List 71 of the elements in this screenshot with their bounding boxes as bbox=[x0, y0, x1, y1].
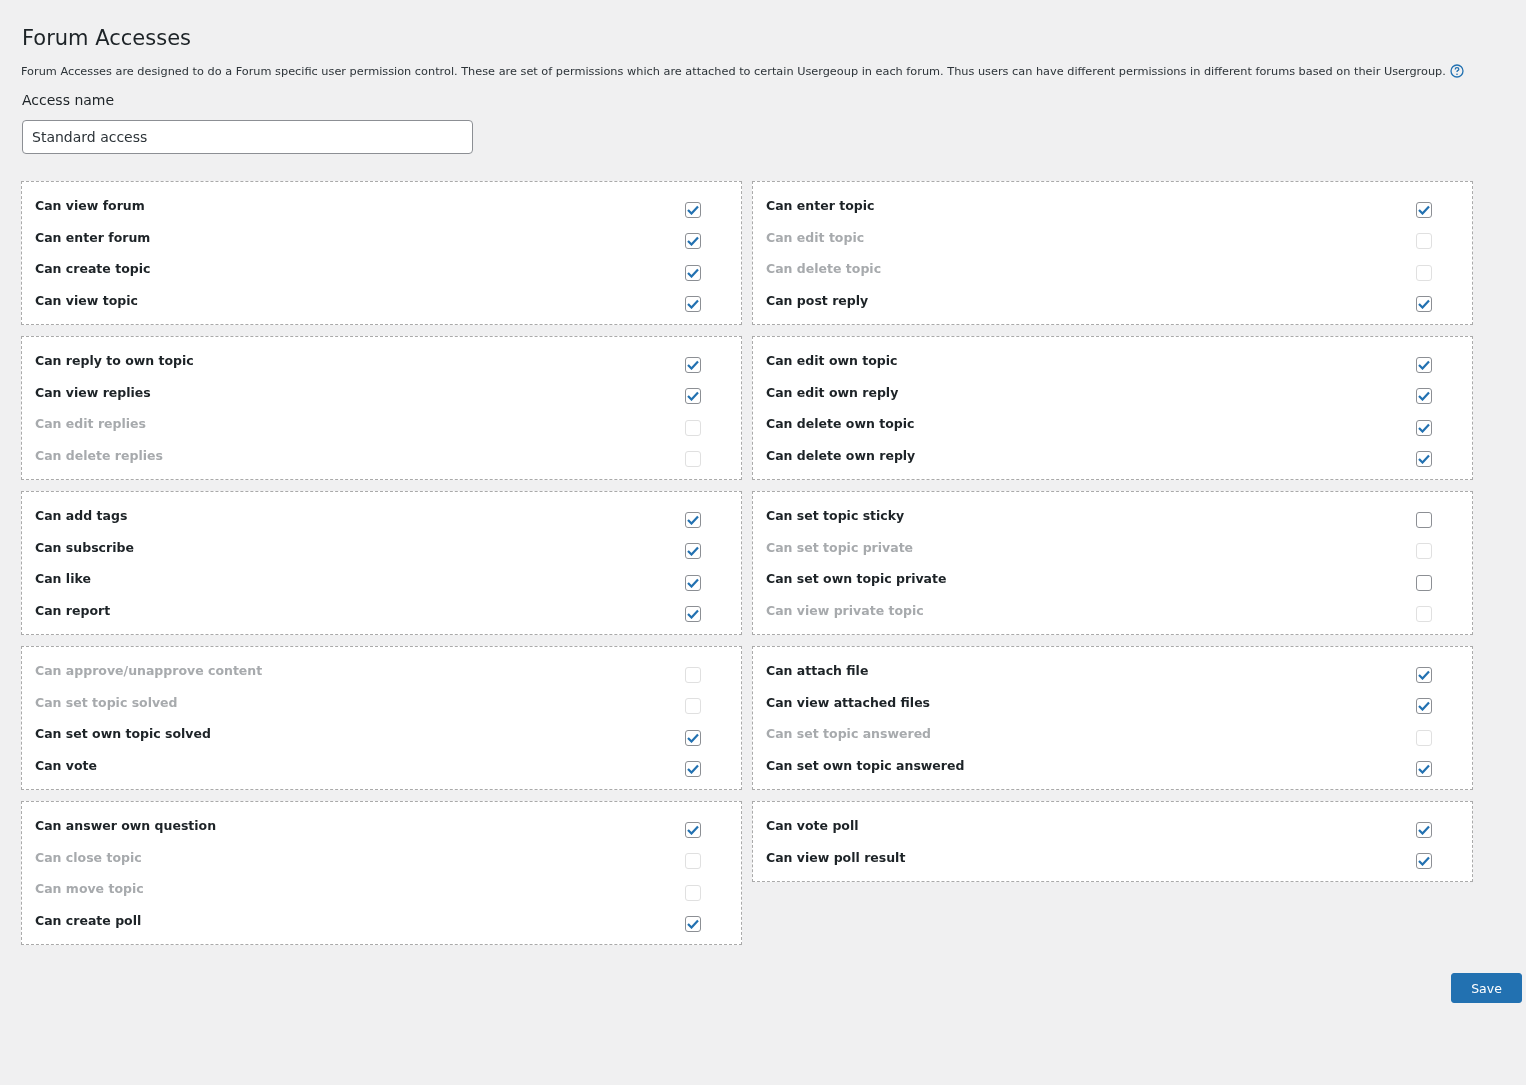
checkbox[interactable] bbox=[685, 574, 701, 591]
checkbox[interactable] bbox=[685, 821, 701, 838]
description: Forum Accesses are designed to do a Forum specific user permission control. These are set of permissions which are attached to certain Usergeoup in each forum. Thus users can have different permissions in different forums based on their Usergroup. bbox=[21, 64, 1446, 78]
permission-label: Can set topic answered bbox=[766, 726, 932, 742]
checkbox[interactable] bbox=[1416, 511, 1432, 528]
permission-label: Can attach file bbox=[766, 663, 869, 679]
checkbox[interactable] bbox=[1416, 201, 1432, 218]
page-title: Forum Accesses bbox=[22, 26, 192, 50]
checkbox[interactable] bbox=[685, 729, 701, 746]
permission-label: Can move topic bbox=[35, 881, 144, 897]
checkbox[interactable] bbox=[685, 233, 701, 250]
checkbox[interactable] bbox=[1416, 666, 1432, 683]
checkbox[interactable] bbox=[685, 388, 701, 405]
permission-label: Can view replies bbox=[35, 384, 151, 400]
permission-label: Can vote bbox=[35, 757, 98, 773]
permission-label: Can subscribe bbox=[35, 539, 134, 555]
permission-label: Can view poll result bbox=[766, 849, 906, 865]
permission-label: Can add tags bbox=[35, 508, 128, 524]
permission-label: Can edit own topic bbox=[766, 353, 898, 369]
field-label: Access name bbox=[22, 92, 115, 108]
permission-label: Can vote poll bbox=[766, 818, 859, 834]
permission-label: Can view topic bbox=[35, 292, 138, 308]
checkbox[interactable] bbox=[685, 916, 701, 933]
permission-label: Can post reply bbox=[766, 292, 869, 308]
checkbox[interactable] bbox=[1416, 419, 1432, 436]
permission-label: Can close topic bbox=[35, 849, 142, 865]
checkbox[interactable] bbox=[1416, 356, 1432, 373]
checkbox[interactable] bbox=[1416, 853, 1432, 870]
checkbox[interactable] bbox=[1416, 574, 1432, 591]
permission-label: Can create topic bbox=[35, 261, 151, 277]
permission-label: Can set own topic private bbox=[766, 571, 947, 587]
permission-label: Can create poll bbox=[35, 912, 142, 928]
checkbox[interactable] bbox=[685, 201, 701, 218]
permission-label: Can approve/unapprove content bbox=[35, 663, 263, 679]
permission-label: Can reply to own topic bbox=[35, 353, 194, 369]
permission-label: Can delete own topic bbox=[766, 416, 915, 432]
permission-label: Can delete own reply bbox=[766, 447, 916, 463]
checkbox[interactable] bbox=[685, 606, 701, 623]
permission-label: Can set topic sticky bbox=[766, 508, 905, 524]
permission-label: Can answer own question bbox=[35, 818, 217, 834]
permission-label: Can set own topic solved bbox=[35, 726, 211, 742]
permission-label: Can enter topic bbox=[766, 198, 875, 214]
permission-label: Can enter forum bbox=[35, 229, 151, 245]
save-button[interactable]: Save bbox=[1451, 973, 1522, 1003]
checkbox[interactable] bbox=[1416, 698, 1432, 715]
checkbox[interactable] bbox=[685, 356, 701, 373]
permission-label: Can set own topic answered bbox=[766, 757, 965, 773]
checkbox[interactable] bbox=[685, 511, 701, 528]
checkbox[interactable] bbox=[1416, 761, 1432, 778]
permission-label: Can view attached files bbox=[766, 694, 931, 710]
permission-label: Can delete replies bbox=[35, 447, 163, 463]
permission-label: Can like bbox=[35, 571, 91, 587]
checkbox[interactable] bbox=[685, 543, 701, 560]
permission-label: Can edit own reply bbox=[766, 384, 899, 400]
checkbox[interactable] bbox=[1416, 296, 1432, 313]
checkbox[interactable] bbox=[685, 264, 701, 281]
checkbox[interactable] bbox=[685, 761, 701, 778]
permission-label: Can report bbox=[35, 602, 111, 618]
permission-label: Can edit topic bbox=[766, 229, 865, 245]
permission-label: Can view private topic bbox=[766, 602, 924, 618]
permission-label: Can delete topic bbox=[766, 261, 882, 277]
permission-label: Can set topic solved bbox=[35, 694, 178, 710]
checkbox[interactable] bbox=[1416, 451, 1432, 468]
permission-label: Can edit replies bbox=[35, 416, 146, 432]
help-icon[interactable] bbox=[1449, 64, 1464, 78]
checkbox[interactable] bbox=[685, 296, 701, 313]
permission-label: Can view forum bbox=[35, 198, 145, 214]
access-name-field[interactable]: Standard access bbox=[22, 120, 473, 154]
permission-label: Can set topic private bbox=[766, 539, 914, 555]
checkbox[interactable] bbox=[1416, 821, 1432, 838]
checkbox[interactable] bbox=[1416, 388, 1432, 405]
